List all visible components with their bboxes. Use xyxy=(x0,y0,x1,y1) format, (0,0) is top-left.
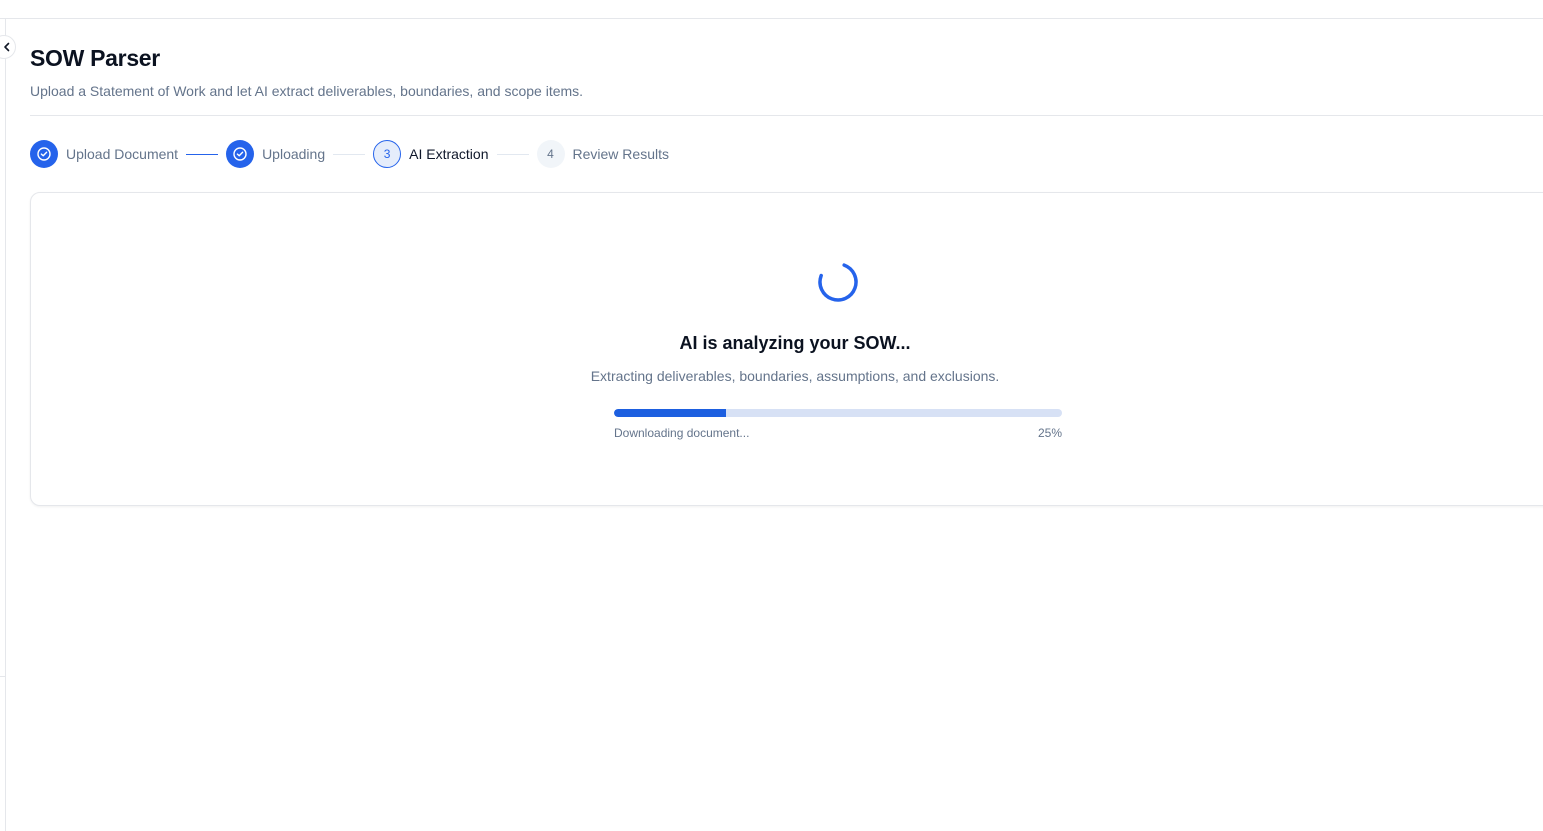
check-circle-icon xyxy=(37,147,51,161)
step-review-results: 4 Review Results xyxy=(536,140,669,168)
analysis-card: AI is analyzing your SOW... Extracting d… xyxy=(30,192,1543,506)
page-title: SOW Parser xyxy=(30,45,160,71)
analysis-subtitle: Extracting deliverables, boundaries, ass… xyxy=(590,368,1000,384)
step-3-label: AI Extraction xyxy=(409,146,489,162)
step-uploading: Uploading xyxy=(226,140,325,168)
step-3-indicator: 3 xyxy=(373,140,402,168)
step-connector-3 xyxy=(496,153,529,155)
loading-spinner-icon xyxy=(818,262,858,302)
sidebar-toggle-button[interactable] xyxy=(0,35,16,59)
step-2-label: Uploading xyxy=(262,146,326,162)
step-4-label: Review Results xyxy=(572,146,669,162)
step-connector-2 xyxy=(333,153,366,155)
progress-stepper: Upload Document Uploading 3 AI Extractio… xyxy=(30,140,669,168)
sidebar-divider xyxy=(0,676,6,677)
progress-section: Downloading document... 25% xyxy=(614,409,1062,440)
step-ai-extraction: 3 AI Extraction xyxy=(373,140,489,168)
step-connector-1 xyxy=(186,153,219,155)
progress-meta: Downloading document... 25% xyxy=(614,426,1062,440)
step-upload-document: Upload Document xyxy=(30,140,178,168)
progress-bar-fill xyxy=(614,409,726,417)
page-header: SOW Parser Upload a Statement of Work an… xyxy=(30,44,1543,100)
step-1-label: Upload Document xyxy=(66,146,179,162)
progress-status-text: Downloading document... xyxy=(614,426,750,440)
check-circle-icon xyxy=(233,147,247,161)
header-divider xyxy=(30,115,1543,116)
top-bar xyxy=(0,0,1543,19)
chevron-left-icon xyxy=(4,42,10,52)
progress-percent: 25% xyxy=(1037,426,1062,440)
page-subtitle: Upload a Statement of Work and let AI ex… xyxy=(30,83,584,99)
step-1-indicator xyxy=(30,140,58,168)
progress-bar xyxy=(614,409,1062,417)
sidebar-collapsed xyxy=(0,19,6,831)
analysis-title: AI is analyzing your SOW... xyxy=(679,333,911,353)
step-4-indicator: 4 xyxy=(536,140,565,168)
step-2-indicator xyxy=(226,140,255,168)
